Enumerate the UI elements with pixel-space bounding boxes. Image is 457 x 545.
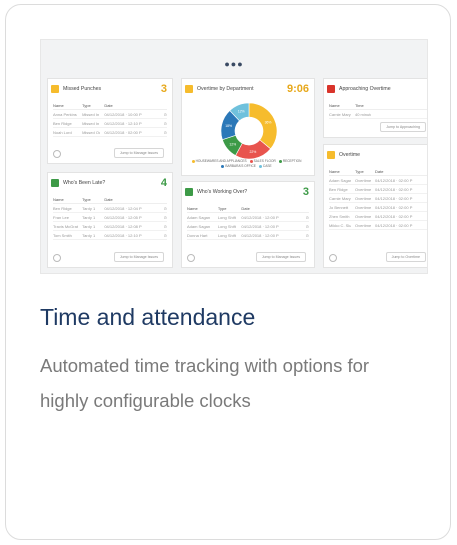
warning-icon [327, 151, 335, 159]
table-row[interactable]: Mikko C. SkadiOvertime04/12/2018 · 02:00… [329, 221, 427, 230]
table-row[interactable]: Ben Ridge Overtime 04/12/2018 · 02:00 P [329, 185, 427, 194]
table-row[interactable]: Noah Lord Missed Out 04/12/2018 · 02:00 P ⊙ [53, 128, 167, 137]
alert-icon [327, 85, 335, 93]
slice-label: 12% [238, 110, 245, 114]
table-row[interactable]: Carnie Mary40 minutes till OT ≥ [329, 110, 427, 119]
legend-item: RECEPTION [278, 159, 301, 163]
table-row[interactable]: Tom Smith Tardy 1 04/12/2018 · 12:10 P ⊙ [53, 231, 167, 240]
legend-item: CASE [258, 164, 272, 168]
widget-table: NameTimeCarnie Mary40 minutes till OT ≥ [329, 101, 427, 119]
table-row[interactable]: Zhen Smith Overtime 04/12/2018 · 02:00 P [329, 212, 427, 221]
clock-icon [51, 179, 59, 187]
widget-count: 4 [160, 177, 167, 189]
table-row[interactable]: Adam Sagan Long Shift 04/12/2018 · 12:00 P… [187, 222, 309, 231]
legend-item: HOUSEWARES AND APPLIANCES [191, 159, 247, 163]
widget-table: Name Type Date Adam Sagan Long Shift 04/12/20… [187, 204, 309, 240]
donut-slice [248, 102, 278, 150]
widget-count: 3 [160, 83, 167, 95]
approaching-overtime-widget: Approaching Overtime Name Time Carnie Mary… [323, 78, 427, 138]
table-header: Name Type Date [53, 195, 167, 204]
widget-table: Name Type Date Adam Sagan Overtime 04/12/2018… [329, 167, 427, 230]
widget-title: Who's Been Late? [63, 180, 106, 186]
jump-button[interactable]: Jump to Manage Issues [255, 252, 306, 262]
widget-title: Overtime [339, 152, 361, 158]
clock-icon [185, 188, 193, 196]
table-row[interactable]: Jo Bennett Overtime 04/12/2018 · 02:00 P [329, 203, 427, 212]
widget-title: Overtime by Department [197, 86, 254, 92]
table-header: Name Type Date [187, 204, 309, 213]
legend-item: BARBARA'S OFFICE [221, 164, 256, 168]
table-row[interactable]: Adam Sagan Overtime 04/12/2018 · 02:00 P [329, 176, 427, 185]
missed-punches-widget: Missed Punches 3 Name Type Date Anna Perkin… [47, 78, 173, 164]
legend-item: SALES FLOOR [249, 159, 276, 163]
slice-label: 18% [225, 124, 232, 128]
jump-button[interactable]: Jump to Overtime [385, 252, 426, 262]
table-row[interactable]: Anna Perkins Missed In 04/12/2018 · 10:00 … [53, 110, 167, 119]
refresh-icon[interactable] [329, 254, 337, 262]
overtime-widget: Overtime Name Type Date Adam Sagan Overtime 0… [323, 144, 427, 268]
widget-table: Name Type Date Anna Perkins Missed In 04/12/2… [53, 101, 167, 137]
department-donut-chart: 36% 22% 12% 18% 12% [220, 102, 278, 160]
more-dots-icon: ●●● [224, 59, 244, 69]
refresh-icon[interactable] [53, 254, 61, 262]
table-header: Name Type Date [53, 101, 167, 110]
table-header: Name Time [329, 101, 427, 110]
legend-swatch [278, 159, 282, 163]
jump-button[interactable]: Jump to Approaching [380, 122, 426, 132]
widget-title: Missed Punches [63, 86, 102, 92]
table-header: Name Type Date [329, 167, 427, 176]
jump-button[interactable]: Jump to Manage Issues [113, 252, 164, 262]
chart-legend: HOUSEWARES AND APPLIANCES SALES FLOOR RECE… [190, 159, 306, 169]
widget-title: Approaching Overtime [339, 86, 391, 92]
late-widget: Who's Been Late? 4 Name Type Date Ben Ridge… [47, 172, 173, 268]
slice-label: 12% [229, 143, 236, 147]
warning-icon [51, 85, 59, 93]
legend-swatch [258, 164, 262, 168]
table-row[interactable]: Travis McGrath Tardy 1 04/12/2018 · 12:08 … [53, 222, 167, 231]
table-row[interactable]: Adam Sagan Long Shift 04/12/2018 · 12:00 P… [187, 213, 309, 222]
feature-card: ●●● Missed Punches 3 Name Type Date Anna Pe… [5, 4, 451, 540]
overtime-department-widget: Overtime by Department 9:06 36% 22% 12% 18%… [181, 78, 315, 176]
widget-title: Who's Working Over? [197, 189, 248, 195]
table-row[interactable]: Ben Ridge Missed In 04/12/2018 · 12:10 P ⊙ [53, 119, 167, 128]
card-description: Automated time tracking with options for… [40, 355, 370, 411]
table-row[interactable]: Fran Lee Tardy 1 04/12/2018 · 12:05 P ⊙ [53, 213, 167, 222]
slice-label: 22% [250, 150, 257, 154]
working-over-widget: Who's Working Over? 3 Name Type Date Adam S… [181, 181, 315, 268]
legend-swatch [221, 164, 225, 168]
table-row[interactable]: Carnie Mary Overtime 04/12/2018 · 02:00 P [329, 194, 427, 203]
widget-table: Name Type Date Ben Ridge Tardy 1 04/12/2018 ·… [53, 195, 167, 240]
slice-label: 36% [265, 120, 272, 124]
legend-swatch [249, 159, 253, 163]
jump-button[interactable]: Jump to Manage Issues [113, 148, 164, 158]
refresh-icon[interactable] [53, 150, 61, 158]
table-row[interactable]: Donna Hart Long Shift 04/12/2018 · 12:00 P… [187, 231, 309, 240]
refresh-icon[interactable] [187, 254, 195, 262]
legend-swatch [191, 159, 195, 163]
widget-count: 9:06 [286, 83, 309, 95]
table-row[interactable]: Ben Ridge Tardy 1 04/12/2018 · 12:04 P ⊙ [53, 204, 167, 213]
widget-count: 3 [302, 186, 309, 198]
chart-icon [185, 85, 193, 93]
card-title[interactable]: Time and attendance [40, 304, 255, 331]
dashboard-preview-image: ●●● Missed Punches 3 Name Type Date Anna Pe… [40, 39, 428, 274]
